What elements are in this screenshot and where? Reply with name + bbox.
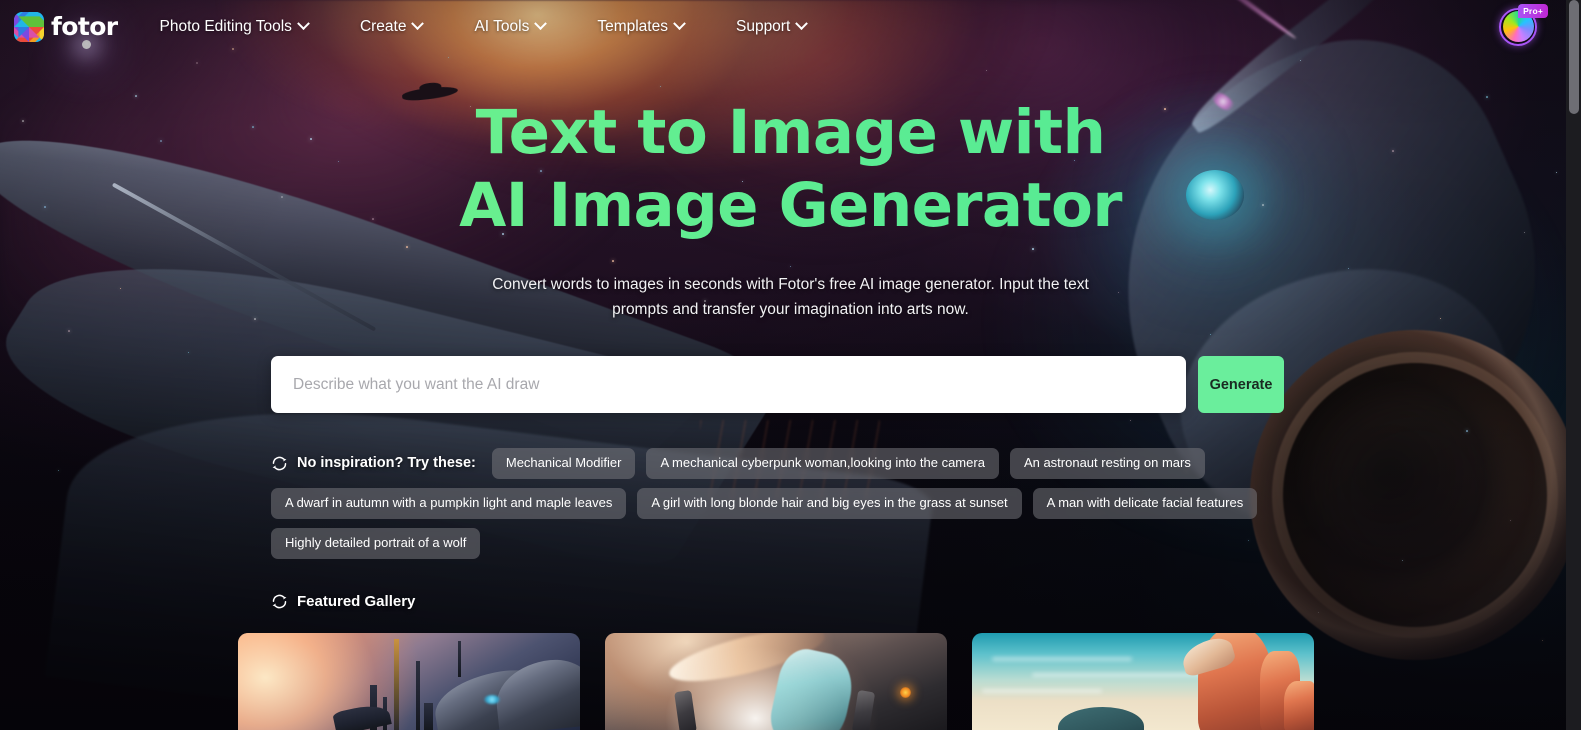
suggestion-chip[interactable]: A dwarf in autumn with a pumpkin light a…: [271, 487, 627, 519]
nav-item-label: Photo Editing Tools: [159, 17, 292, 35]
nav-item-label: AI Tools: [474, 17, 530, 35]
page-title: Text to Image with AI Image Generator: [0, 96, 1581, 242]
chevron-down-icon: [411, 17, 425, 31]
prompt-input[interactable]: [271, 356, 1186, 413]
chevron-down-icon: [534, 17, 548, 31]
fotor-logo[interactable]: fotor: [14, 11, 118, 42]
nav-item-label: Support: [735, 17, 791, 35]
suggestion-chip[interactable]: A mechanical cyberpunk woman,looking int…: [646, 448, 999, 479]
gallery-item[interactable]: [972, 633, 1314, 730]
nav-item-ai-tools[interactable]: AI Tools: [448, 0, 571, 53]
fotor-logo-text: fotor: [51, 12, 118, 41]
chevron-down-icon: [297, 17, 310, 31]
featured-gallery-label: Featured Gallery: [297, 593, 416, 610]
refresh-icon: [272, 594, 287, 609]
suggestion-chip[interactable]: A man with delicate facial features: [1032, 487, 1258, 519]
chevron-down-icon: [795, 17, 809, 31]
hero-subtitle: Convert words to images in seconds with …: [492, 276, 1089, 318]
top-navbar: fotor Photo Editing Tools Create AI Tool…: [0, 0, 1581, 53]
nav-item-create[interactable]: Create: [334, 0, 449, 53]
nav-item-photo-editing-tools[interactable]: Photo Editing Tools: [134, 0, 334, 53]
nav-item-label: Create: [359, 17, 407, 35]
nav-item-label: Templates: [597, 17, 668, 35]
suggestion-chip[interactable]: Mechanical Modifier: [491, 448, 636, 479]
navbar-right: Pro+: [1499, 3, 1563, 46]
suggestions-label: No inspiration? Try these:: [297, 455, 476, 472]
nav-item-support[interactable]: Support: [710, 0, 832, 53]
refresh-suggestions-button[interactable]: No inspiration? Try these:: [271, 455, 476, 472]
gallery-image-astronaut-helmet: [605, 633, 947, 730]
gallery-item[interactable]: [238, 633, 580, 730]
suggestion-chip[interactable]: Highly detailed portrait of a wolf: [271, 527, 481, 559]
nav-item-templates[interactable]: Templates: [571, 0, 710, 53]
fotor-pinwheel-icon: [14, 11, 44, 42]
vertical-scrollbar-thumb[interactable]: [1569, 0, 1579, 114]
chevron-down-icon: [673, 17, 686, 31]
suggestions-section: No inspiration? Try these: Mechanical Mo…: [271, 448, 1291, 559]
page-root: fotor Photo Editing Tools Create AI Tool…: [0, 0, 1581, 730]
featured-gallery-header[interactable]: Featured Gallery: [271, 593, 415, 610]
suggestion-chip[interactable]: A girl with long blonde hair and big eye…: [637, 487, 1022, 519]
pro-badge: Pro+: [1518, 3, 1548, 18]
gallery-image-sci-fi-city: [238, 633, 580, 730]
generate-button[interactable]: Generate: [1198, 356, 1284, 413]
avatar[interactable]: Pro+: [1499, 3, 1548, 46]
gallery-image-desert-mesa: [972, 633, 1314, 730]
suggestion-chip[interactable]: An astronaut resting on mars: [1009, 448, 1205, 479]
featured-gallery-row: [238, 633, 1343, 730]
nav-menu: Photo Editing Tools Create AI Tools Temp…: [134, 0, 833, 53]
gallery-item[interactable]: [605, 633, 947, 730]
hero-title-line-2: AI Image Generator: [459, 170, 1122, 241]
prompt-row: Generate: [271, 356, 1284, 413]
hero-title-line-1: Text to Image with: [475, 97, 1106, 168]
refresh-icon: [272, 456, 287, 471]
